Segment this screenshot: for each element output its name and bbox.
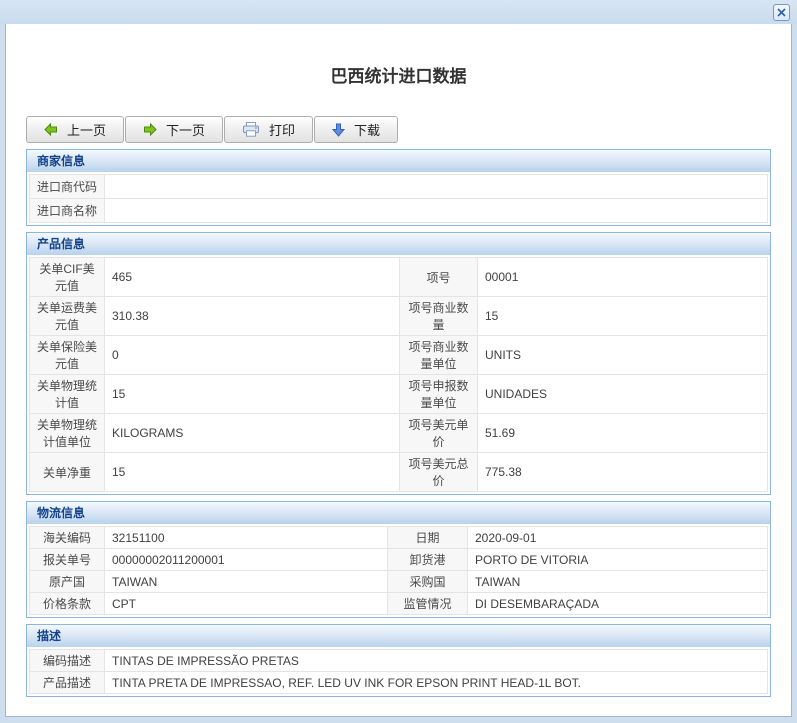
field-value: 51.69 [478,414,768,453]
field-label: 项号美元单价 [400,414,478,453]
merchant-table: 进口商代码 进口商名称 [29,174,768,223]
table-row: 海关编码 32151100 日期 2020-09-01 [30,527,768,549]
arrow-right-icon [143,123,157,136]
arrow-left-icon [44,123,58,136]
field-value: DI DESEMBARAÇADA [468,593,768,615]
field-label: 原产国 [30,571,105,593]
field-label: 关单净重 [30,453,105,492]
close-button[interactable] [773,4,790,21]
field-label: 监管情况 [388,593,468,615]
table-row: 编码描述 TINTAS DE IMPRESSÃO PRETAS [30,650,768,672]
field-label: 关单物理统计值 [30,375,105,414]
section-product-info: 产品信息 关单CIF美元值 465 项号 00001 关单运费美元值 310.3… [26,232,771,495]
field-value: 465 [105,258,400,297]
field-value: KILOGRAMS [105,414,400,453]
field-label: 关单物理统计值单位 [30,414,105,453]
print-button[interactable]: 打印 [224,116,313,143]
field-value: TAIWAN [105,571,388,593]
field-label: 采购国 [388,571,468,593]
next-page-button[interactable]: 下一页 [125,116,223,143]
field-label: 进口商名称 [30,199,105,223]
download-label: 下载 [354,120,380,139]
field-value [105,199,768,223]
toolbar: 上一页 下一页 打印 下载 [26,116,791,143]
field-value: TINTAS DE IMPRESSÃO PRETAS [105,650,768,672]
field-value: 0 [105,336,400,375]
field-value: 32151100 [105,527,388,549]
field-label: 关单运费美元值 [30,297,105,336]
field-value: CPT [105,593,388,615]
next-page-label: 下一页 [166,120,205,139]
field-label: 报关单号 [30,549,105,571]
field-value: TAIWAN [468,571,768,593]
table-row: 进口商代码 [30,175,768,199]
table-row: 进口商名称 [30,199,768,223]
field-label: 关单保险美元值 [30,336,105,375]
field-label: 编码描述 [30,650,105,672]
field-value: 00000002011200001 [105,549,388,571]
logistics-table: 海关编码 32151100 日期 2020-09-01 报关单号 0000000… [29,526,768,615]
printer-icon [242,122,260,137]
field-value: PORTO DE VITORIA [468,549,768,571]
table-row: 关单运费美元值 310.38 项号商业数量 15 [30,297,768,336]
field-label: 价格条款 [30,593,105,615]
field-value: UNITS [478,336,768,375]
field-label: 项号申报数量单位 [400,375,478,414]
table-row: 报关单号 00000002011200001 卸货港 PORTO DE VITO… [30,549,768,571]
table-row: 关单保险美元值 0 项号商业数量单位 UNITS [30,336,768,375]
field-value: 310.38 [105,297,400,336]
prev-page-button[interactable]: 上一页 [26,116,124,143]
field-value: 15 [105,453,400,492]
section-description-title: 描述 [27,625,770,647]
table-row: 关单CIF美元值 465 项号 00001 [30,258,768,297]
field-value: 15 [105,375,400,414]
description-table: 编码描述 TINTAS DE IMPRESSÃO PRETAS 产品描述 TIN… [29,649,768,694]
field-label: 海关编码 [30,527,105,549]
close-icon [777,8,786,17]
field-label: 关单CIF美元值 [30,258,105,297]
field-value: 00001 [478,258,768,297]
field-value: TINTA PRETA DE IMPRESSAO, REF. LED UV IN… [105,672,768,694]
field-value: 2020-09-01 [468,527,768,549]
table-row: 关单物理统计值单位 KILOGRAMS 项号美元单价 51.69 [30,414,768,453]
field-label: 项号商业数量单位 [400,336,478,375]
field-value: 15 [478,297,768,336]
page-title: 巴西统计进口数据 [6,62,791,87]
field-label: 日期 [388,527,468,549]
download-arrow-icon [332,123,345,137]
section-merchant-info: 商家信息 进口商代码 进口商名称 [26,149,771,226]
product-table: 关单CIF美元值 465 项号 00001 关单运费美元值 310.38 项号商… [29,257,768,492]
field-label: 产品描述 [30,672,105,694]
print-label: 打印 [269,120,295,139]
table-row: 关单净重 15 项号美元总价 775.38 [30,453,768,492]
section-logistics-title: 物流信息 [27,502,770,524]
download-button[interactable]: 下载 [314,116,398,143]
prev-page-label: 上一页 [67,120,106,139]
dialog-titlebar [0,0,797,24]
field-value: UNIDADES [478,375,768,414]
section-product-title: 产品信息 [27,233,770,255]
table-row: 原产国 TAIWAN 采购国 TAIWAN [30,571,768,593]
section-merchant-title: 商家信息 [27,150,770,172]
field-label: 项号美元总价 [400,453,478,492]
field-label: 项号 [400,258,478,297]
table-row: 关单物理统计值 15 项号申报数量单位 UNIDADES [30,375,768,414]
field-label: 项号商业数量 [400,297,478,336]
field-value [105,175,768,199]
section-logistics-info: 物流信息 海关编码 32151100 日期 2020-09-01 报关单号 00… [26,501,771,618]
table-row: 产品描述 TINTA PRETA DE IMPRESSAO, REF. LED … [30,672,768,694]
table-row: 价格条款 CPT 监管情况 DI DESEMBARAÇADA [30,593,768,615]
field-label: 卸货港 [388,549,468,571]
field-value: 775.38 [478,453,768,492]
dialog-content: 巴西统计进口数据 上一页 下一页 打印 下载 商家信息 [5,24,792,717]
section-description: 描述 编码描述 TINTAS DE IMPRESSÃO PRETAS 产品描述 … [26,624,771,697]
field-label: 进口商代码 [30,175,105,199]
